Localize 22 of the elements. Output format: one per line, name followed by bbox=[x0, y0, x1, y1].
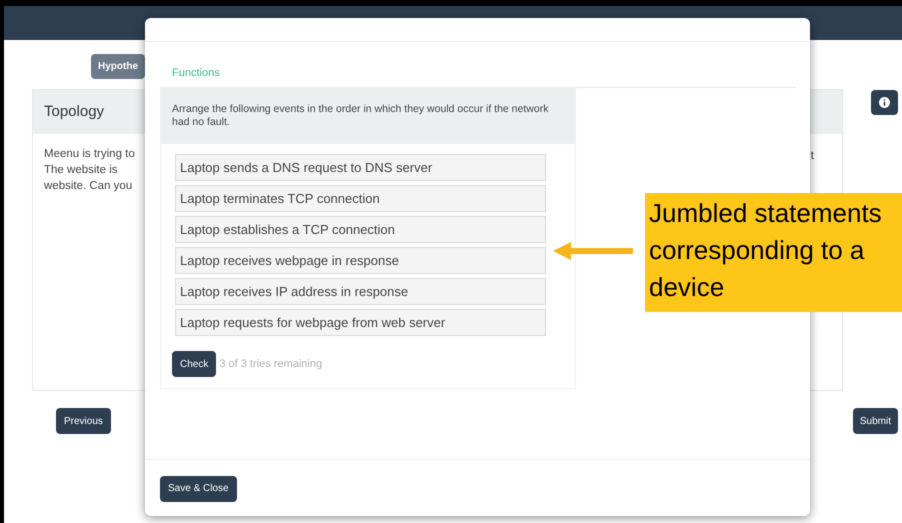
submit-button[interactable]: Submit bbox=[852, 408, 898, 434]
info-button[interactable] bbox=[871, 90, 898, 115]
callout-note: Jumbled statements corresponding to a device bbox=[645, 193, 902, 312]
draggable-statement[interactable]: Laptop establishes a TCP connection bbox=[175, 216, 546, 243]
description-line: website. Can you bbox=[44, 179, 134, 194]
previous-button[interactable]: Previous bbox=[56, 408, 111, 434]
draggable-statement[interactable]: Laptop receives IP address in response bbox=[175, 278, 546, 305]
description-line: Meenu is trying to bbox=[44, 147, 135, 162]
text-fragment: t bbox=[810, 149, 815, 164]
info-icon bbox=[879, 97, 890, 108]
tries-remaining: 3 of 3 tries remaining bbox=[219, 356, 322, 372]
draggable-statement[interactable]: Laptop receives webpage in response bbox=[175, 247, 546, 274]
check-button[interactable]: Check bbox=[172, 351, 216, 377]
question-prompt: Arrange the following events in the order in which they would occur if the network had no fault. bbox=[161, 88, 575, 144]
card-title: Topology bbox=[44, 102, 104, 122]
save-close-button[interactable]: Save & Close bbox=[160, 476, 237, 502]
hypotheses-tab[interactable]: Hypothe bbox=[91, 54, 145, 79]
draggable-statement[interactable]: Laptop terminates TCP connection bbox=[175, 185, 546, 212]
description-line: The website is bbox=[44, 163, 119, 178]
arrow-icon bbox=[553, 242, 633, 260]
draggable-statement[interactable]: Laptop sends a DNS request to DNS server bbox=[175, 154, 546, 181]
draggable-statement[interactable]: Laptop requests for webpage from web server bbox=[175, 309, 546, 336]
